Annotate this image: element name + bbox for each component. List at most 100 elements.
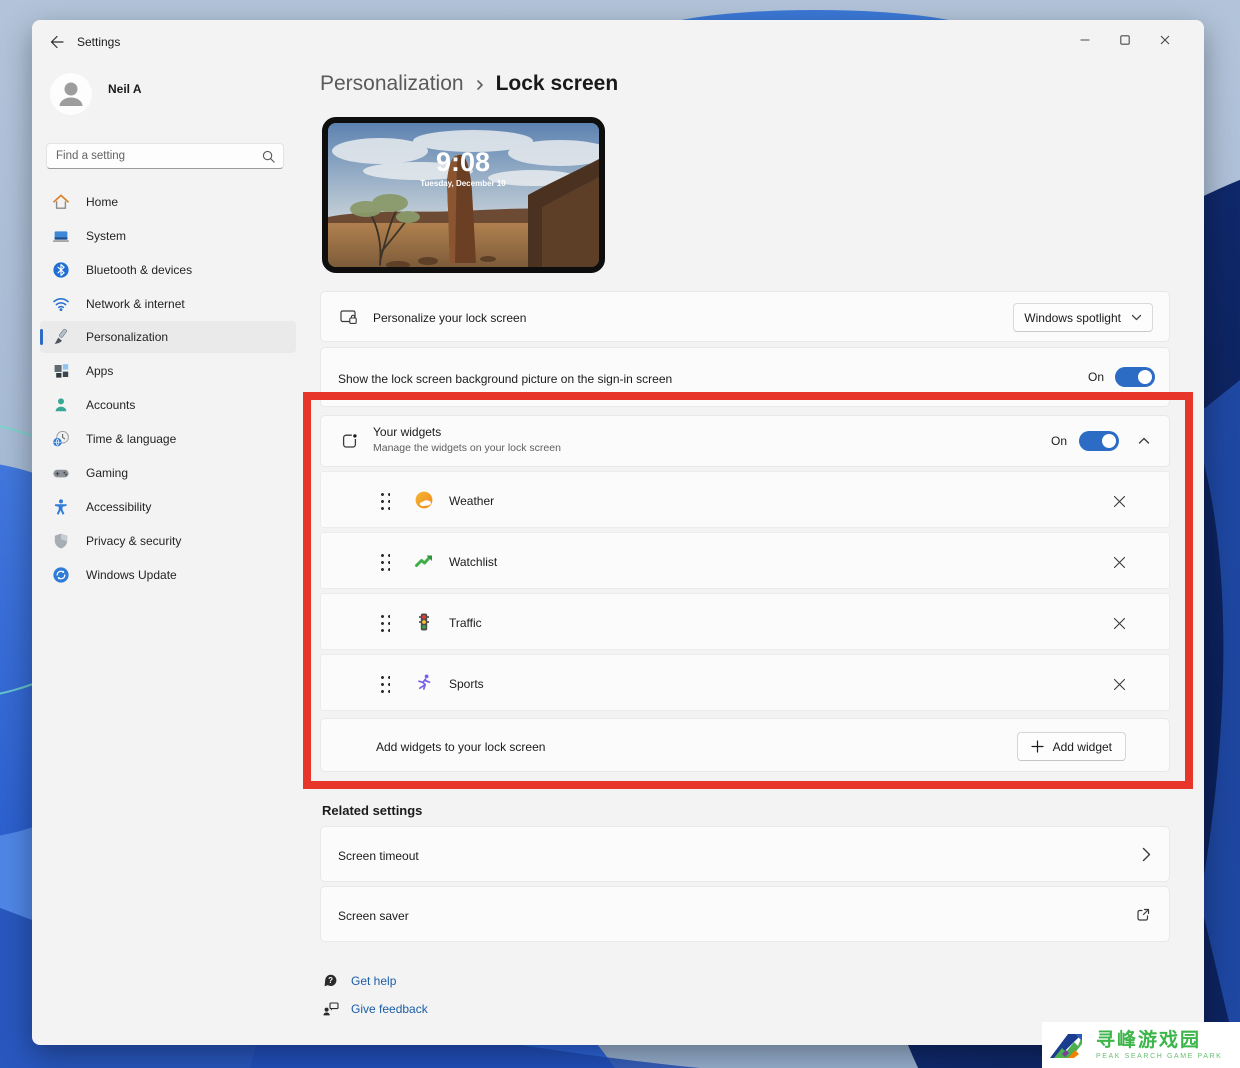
widget-name: Weather	[449, 494, 494, 508]
apps-icon	[52, 362, 70, 380]
accounts-icon	[52, 396, 70, 414]
page-title: Lock screen	[496, 72, 619, 96]
sidebar-item-label: Apps	[86, 364, 113, 378]
watermark-logo	[1048, 1028, 1090, 1062]
screen-timeout-item[interactable]: Screen timeout	[320, 826, 1170, 882]
signin-label: Show the lock screen background picture …	[338, 372, 672, 386]
related-settings-heading: Related settings	[322, 803, 422, 818]
get-help-link[interactable]: ? Get help	[322, 972, 396, 989]
plus-icon	[1031, 740, 1044, 753]
remove-widget-button[interactable]	[1111, 493, 1127, 509]
widgets-toggle-state: On	[1051, 434, 1067, 448]
add-widgets-card: Add widgets to your lock screen Add widg…	[320, 718, 1170, 772]
minimize-button[interactable]	[1065, 26, 1105, 54]
close-icon	[1113, 617, 1126, 630]
sidebar-item-accessibility[interactable]: Accessibility	[40, 491, 296, 523]
sidebar-item-label: System	[86, 229, 126, 243]
back-button[interactable]	[44, 30, 70, 54]
widget-name: Watchlist	[449, 555, 497, 569]
sidebar-item-network-internet[interactable]: Network & internet	[40, 288, 296, 320]
add-widget-button[interactable]: Add widget	[1017, 732, 1126, 761]
sidebar-item-label: Accounts	[86, 398, 135, 412]
lock-screen-image: 9:08 Tuesday, December 10	[328, 123, 599, 267]
gaming-icon	[52, 464, 70, 482]
sidebar-item-gaming[interactable]: Gaming	[40, 457, 296, 489]
close-icon	[1113, 678, 1126, 691]
screen-saver-item[interactable]: Screen saver	[320, 886, 1170, 942]
bluetooth-icon	[52, 261, 70, 279]
sidebar-item-home[interactable]: Home	[40, 186, 296, 218]
widgets-toggle[interactable]	[1079, 431, 1119, 451]
your-widgets-subtitle: Manage the widgets on your lock screen	[373, 442, 561, 454]
watchlist-widget-icon	[414, 551, 434, 571]
sidebar-item-accounts[interactable]: Accounts	[40, 389, 296, 421]
give-feedback-label: Give feedback	[351, 1002, 428, 1016]
add-widget-button-label: Add widget	[1053, 740, 1112, 754]
accessibility-icon	[52, 498, 70, 516]
sidebar-item-label: Privacy & security	[86, 534, 181, 548]
privacy-security-icon	[52, 532, 70, 550]
time-language-icon	[52, 430, 70, 448]
breadcrumb-parent[interactable]: Personalization	[320, 72, 464, 96]
maximize-icon	[1118, 33, 1132, 47]
sidebar-item-label: Personalization	[86, 330, 168, 344]
desktop: Settings Neil A	[0, 0, 1240, 1068]
search-box[interactable]	[46, 143, 284, 169]
your-widgets-title: Your widgets	[373, 425, 441, 439]
widget-row-watchlist: Watchlist	[320, 532, 1170, 589]
breadcrumb-chevron-icon	[475, 77, 485, 93]
screen-timeout-label: Screen timeout	[338, 849, 419, 863]
sidebar-item-personalization[interactable]: Personalization	[40, 321, 296, 353]
personalize-label: Personalize your lock screen	[373, 311, 526, 325]
sports-widget-icon	[414, 673, 434, 693]
chevron-up-icon	[1138, 437, 1150, 445]
signin-toggle[interactable]	[1115, 367, 1155, 387]
close-button[interactable]	[1145, 26, 1185, 54]
close-icon	[1158, 33, 1172, 47]
sidebar-item-label: Home	[86, 195, 118, 209]
add-widgets-label: Add widgets to your lock screen	[376, 740, 545, 754]
sidebar-item-windows-update[interactable]: Windows Update	[40, 559, 296, 591]
sidebar-item-apps[interactable]: Apps	[40, 355, 296, 387]
drag-handle[interactable]	[379, 613, 390, 632]
settings-window: Settings Neil A	[32, 20, 1204, 1045]
watermark: 寻峰游戏园 PEAK SEARCH GAME PARK	[1042, 1022, 1240, 1068]
lock-screen-preview: 9:08 Tuesday, December 10	[322, 117, 605, 273]
sidebar-item-label: Windows Update	[86, 568, 177, 582]
widget-name: Traffic	[449, 616, 482, 630]
drag-handle[interactable]	[379, 491, 390, 510]
remove-widget-button[interactable]	[1111, 615, 1127, 631]
lock-screen-source-dropdown[interactable]: Windows spotlight	[1013, 303, 1153, 332]
widget-row-traffic: Traffic	[320, 593, 1170, 650]
maximize-button[interactable]	[1105, 26, 1145, 54]
chevron-down-icon	[1131, 314, 1142, 321]
sidebar-item-system[interactable]: System	[40, 220, 296, 252]
external-link-icon	[1135, 907, 1151, 923]
collapse-button[interactable]	[1131, 428, 1157, 454]
breadcrumb: Personalization Lock screen	[320, 72, 618, 96]
sidebar-item-bluetooth-devices[interactable]: Bluetooth & devices	[40, 254, 296, 286]
lock-screen-icon	[339, 308, 358, 327]
svg-text:?: ?	[328, 976, 333, 985]
remove-widget-button[interactable]	[1111, 676, 1127, 692]
traffic-widget-icon	[414, 612, 434, 632]
drag-handle[interactable]	[379, 552, 390, 571]
sidebar-item-label: Gaming	[86, 466, 128, 480]
search-input[interactable]	[47, 144, 283, 168]
back-arrow-icon	[49, 34, 65, 50]
give-feedback-link[interactable]: Give feedback	[322, 1000, 428, 1017]
user-name: Neil A	[108, 82, 142, 96]
weather-widget-icon	[414, 490, 434, 510]
remove-widget-button[interactable]	[1111, 554, 1127, 570]
search-icon	[261, 149, 276, 164]
close-icon	[1113, 556, 1126, 569]
drag-handle[interactable]	[379, 674, 390, 693]
widget-row-sports: Sports	[320, 654, 1170, 711]
get-help-label: Get help	[351, 974, 396, 988]
sidebar-item-time-language[interactable]: Time & language	[40, 423, 296, 455]
signin-background-card: Show the lock screen background picture …	[320, 347, 1170, 407]
sidebar-item-privacy-security[interactable]: Privacy & security	[40, 525, 296, 557]
avatar[interactable]	[50, 73, 92, 115]
windows-update-icon	[52, 566, 70, 584]
widgets-icon	[341, 432, 359, 450]
